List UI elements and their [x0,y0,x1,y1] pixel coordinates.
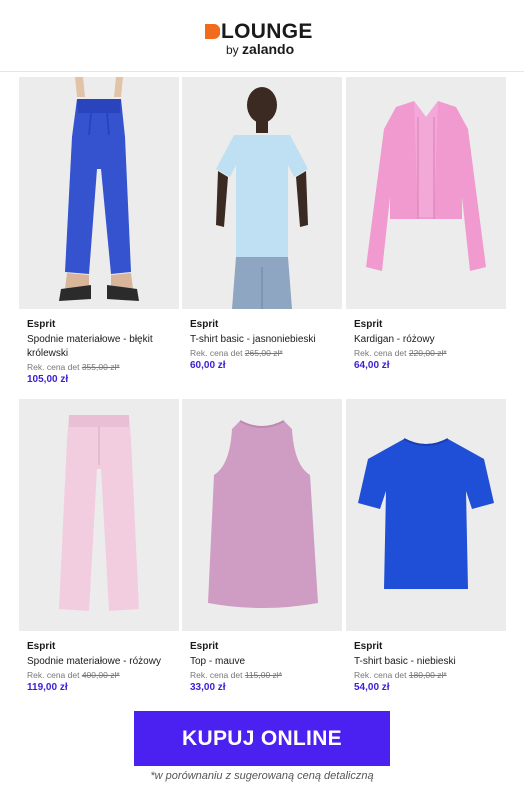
logo-word: LOUNGE [221,20,313,43]
product-brand: Esprit [354,641,383,652]
blue-trousers-image [19,77,179,309]
product-price: 54,00 zł [354,682,390,693]
header: LOUNGE by zalando [0,0,524,72]
pink-cardigan-image [346,77,506,309]
product-brand: Esprit [354,319,383,330]
product-image[interactable] [182,77,342,309]
product-name[interactable]: Spodnie materiałowe - błękit królewski [27,333,177,361]
lounge-logo[interactable]: LOUNGE by zalando [203,20,323,58]
recommended-price: Rek. cena det 400,00 zł* [27,670,120,680]
recommended-price: Rek. cena det 180,00 zł* [354,670,447,680]
price-footnote: *w porównaniu z sugerowaną ceną detalicz… [150,770,374,782]
blue-tshirt-image [346,399,506,631]
recommended-price: Rek. cena det 265,00 zł* [190,348,283,358]
logo-mark-icon [205,24,220,39]
product-image[interactable] [346,399,506,631]
product-name[interactable]: Spodnie materiałowe - różowy [27,655,177,669]
recommended-price: Rek. cena det 115,00 zł* [190,670,283,680]
product-name[interactable]: T-shirt basic - jasnoniebieski [190,333,340,347]
recommended-price: Rek. cena det 355,00 zł* [27,362,120,372]
product-brand: Esprit [27,641,56,652]
light-blue-tshirt-image [182,77,342,309]
product-name[interactable]: Kardigan - różowy [354,333,504,347]
logo-subtitle: by zalando [226,41,295,57]
product-brand: Esprit [190,319,219,330]
pink-trousers-image [19,399,179,631]
product-image[interactable] [19,399,179,631]
product-image[interactable] [19,77,179,309]
product-price: 64,00 zł [354,360,390,371]
product-name[interactable]: T-shirt basic - niebieski [354,655,504,669]
product-price: 33,00 zł [190,682,226,693]
product-name[interactable]: Top - mauve [190,655,340,669]
product-price: 119,00 zł [27,682,68,693]
product-brand: Esprit [190,641,219,652]
mauve-top-image [182,399,342,631]
product-price: 105,00 zł [27,374,69,385]
product-brand: Esprit [27,319,56,330]
recommended-price: Rek. cena det 220,00 zł* [354,348,447,358]
shop-online-button[interactable]: KUPUJ ONLINE [134,711,390,766]
product-image[interactable] [346,77,506,309]
product-price: 60,00 zł [190,360,226,371]
product-image[interactable] [182,399,342,631]
